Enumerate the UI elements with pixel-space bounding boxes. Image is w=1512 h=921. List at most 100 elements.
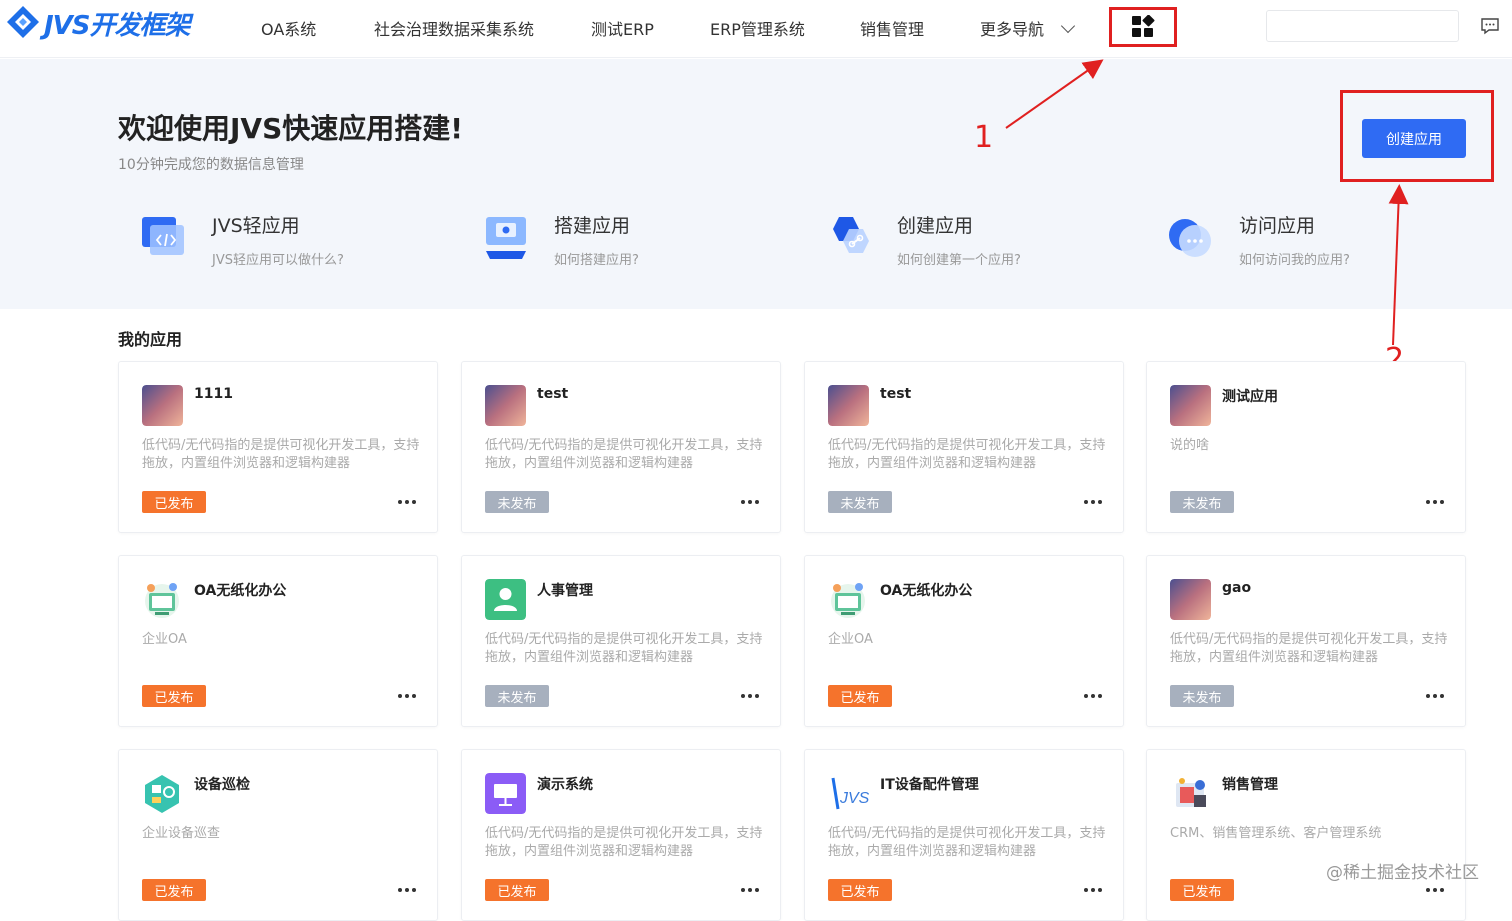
apps-grid-button[interactable]	[1109, 7, 1177, 47]
office-illustration-icon	[831, 583, 865, 618]
more-options-icon[interactable]	[741, 694, 759, 700]
app-card[interactable]: 人事管理 低代码/无代码指的是提供可视化开发工具，支持拖放，内置组件浏览器和逻辑构…	[461, 555, 781, 727]
more-options-icon[interactable]	[741, 888, 759, 894]
nav-item-test-erp[interactable]: 测试ERP	[591, 16, 654, 40]
app-name: OA无纸化办公	[880, 583, 973, 599]
app-name: OA无纸化办公	[194, 583, 287, 599]
monitor-icon	[486, 217, 526, 259]
app-name: 1111	[194, 386, 233, 402]
feature-jvs-light-app[interactable]: JVS轻应用 JVS轻应用可以做什么?	[118, 205, 418, 275]
more-options-icon[interactable]	[741, 500, 759, 506]
app-card[interactable]: test 低代码/无代码指的是提供可视化开发工具，支持拖放，内置组件浏览器和逻辑构…	[804, 361, 1124, 533]
app-card[interactable]: 设备巡检企业设备巡查已发布	[118, 749, 438, 921]
app-name: test	[537, 386, 569, 402]
status-badge: 已发布	[142, 685, 206, 707]
presentation-icon	[485, 773, 526, 814]
feature-create-app[interactable]: 创建应用 如何创建第一个应用?	[803, 205, 1103, 275]
app-card[interactable]: OA无纸化办公企业OA 已发布	[118, 555, 438, 727]
more-options-icon[interactable]	[1084, 888, 1102, 894]
page-title: 欢迎使用JVS快速应用搭建!	[118, 112, 464, 145]
my-apps-title: 我的应用	[118, 330, 183, 349]
gradient-app-icon	[485, 385, 526, 426]
status-badge: 已发布	[142, 879, 206, 901]
app-name: 销售管理	[1222, 777, 1278, 793]
more-options-icon[interactable]	[398, 500, 416, 506]
status-badge: 未发布	[485, 685, 549, 707]
create-app-button[interactable]: 创建应用	[1362, 119, 1466, 158]
office-illustration-icon	[145, 583, 179, 618]
app-name: 设备巡检	[194, 777, 250, 793]
status-badge: 已发布	[828, 879, 892, 901]
status-badge: 已发布	[828, 685, 892, 707]
feature-subtitle: 如何访问我的应用?	[1239, 253, 1350, 268]
app-name: IT设备配件管理	[880, 777, 979, 793]
status-badge: 已发布	[485, 879, 549, 901]
feature-subtitle: JVS轻应用可以做什么?	[212, 253, 344, 268]
status-badge: 未发布	[1170, 685, 1234, 707]
code-window-icon	[142, 217, 184, 255]
more-options-icon[interactable]	[1084, 694, 1102, 700]
app-card[interactable]: 测试应用 说的啥 未发布	[1146, 361, 1466, 533]
app-card[interactable]: 演示系统 低代码/无代码指的是提供可视化开发工具，支持拖放，内置组件浏览器和逻辑构…	[461, 749, 781, 921]
sales-illustration-icon	[1176, 778, 1206, 807]
chat-bubble-icon	[1169, 219, 1211, 257]
app-description: 低代码/无代码指的是提供可视化开发工具，支持拖放，内置组件浏览器和逻辑构建器	[828, 826, 1106, 859]
gradient-app-icon	[1170, 579, 1211, 620]
brand-logo[interactable]: JVS开发框架	[4, 4, 191, 42]
status-badge: 未发布	[485, 491, 549, 513]
status-badge: 未发布	[1170, 491, 1234, 513]
app-description: 低代码/无代码指的是提供可视化开发工具，支持拖放，内置组件浏览器和逻辑构建器	[828, 438, 1106, 471]
feature-subtitle: 如何创建第一个应用?	[897, 253, 1021, 268]
feature-subtitle: 如何搭建应用?	[554, 253, 639, 268]
app-description: 企业设备巡查	[142, 826, 221, 841]
app-description: 低代码/无代码指的是提供可视化开发工具，支持拖放，内置组件浏览器和逻辑构建器	[485, 826, 763, 859]
chevron-down-icon	[1061, 18, 1076, 34]
top-navigation-bar: JVS开发框架 OA系统 社会治理数据采集系统 测试ERP ERP管理系统 销售…	[0, 0, 1512, 58]
feature-title: 访问应用	[1239, 215, 1316, 237]
app-name: gao	[1222, 580, 1252, 596]
logo-text: JVS开发框架	[44, 10, 191, 41]
nav-item-sales[interactable]: 销售管理	[860, 16, 924, 40]
more-options-icon[interactable]	[1426, 694, 1444, 700]
nav-item-erp-management[interactable]: ERP管理系统	[710, 16, 805, 40]
more-options-icon[interactable]	[398, 888, 416, 894]
page-subtitle: 10分钟完成您的数据信息管理	[118, 157, 304, 173]
app-description: 低代码/无代码指的是提供可视化开发工具，支持拖放，内置组件浏览器和逻辑构建器	[1170, 632, 1448, 665]
app-card[interactable]: test 低代码/无代码指的是提供可视化开发工具，支持拖放，内置组件浏览器和逻辑构…	[461, 361, 781, 533]
search-input[interactable]	[1266, 10, 1459, 42]
more-options-icon[interactable]	[1084, 500, 1102, 506]
status-badge: 已发布	[1170, 879, 1234, 901]
watermark: @稀土掘金技术社区	[1326, 863, 1479, 883]
app-card[interactable]: JVS IT设备配件管理低代码/无代码指的是提供可视化开发工具，支持拖放，内置组件…	[804, 749, 1124, 921]
status-badge: 未发布	[828, 491, 892, 513]
feature-visit-app[interactable]: 访问应用 如何访问我的应用?	[1145, 205, 1445, 275]
nav-item-oa[interactable]: OA系统	[261, 16, 316, 40]
nav-item-social-governance[interactable]: 社会治理数据采集系统	[374, 16, 534, 40]
nav-item-more[interactable]: 更多导航	[980, 16, 1076, 40]
status-badge: 已发布	[142, 491, 206, 513]
link-hexagon-icon	[833, 217, 869, 253]
more-options-icon[interactable]	[398, 694, 416, 700]
message-icon[interactable]	[1480, 16, 1500, 36]
app-card[interactable]: OA无纸化办公 企业OA 已发布	[804, 555, 1124, 727]
svg-text:JVS: JVS	[839, 790, 869, 807]
jvs-logo-icon	[7, 6, 39, 38]
app-card[interactable]: 销售管理 CRM、销售管理系统、客户管理系统已发布	[1146, 749, 1466, 921]
inspection-icon	[145, 775, 179, 813]
app-name: test	[880, 386, 912, 402]
app-description: 企业OA	[142, 632, 187, 647]
app-description: 低代码/无代码指的是提供可视化开发工具，支持拖放，内置组件浏览器和逻辑构建器	[142, 438, 420, 471]
annotation-number-1: 1	[974, 120, 994, 155]
person-id-icon	[485, 579, 526, 620]
app-description: 说的啥	[1170, 438, 1210, 453]
more-options-icon[interactable]	[1426, 888, 1444, 894]
app-card[interactable]: gao 低代码/无代码指的是提供可视化开发工具，支持拖放，内置组件浏览器和逻辑构建…	[1146, 555, 1466, 727]
gradient-app-icon	[828, 385, 869, 426]
more-options-icon[interactable]	[1426, 500, 1444, 506]
app-card[interactable]: 1111 低代码/无代码指的是提供可视化开发工具，支持拖放，内置组件浏览器和逻辑构…	[118, 361, 438, 533]
app-description: CRM、销售管理系统、客户管理系统	[1170, 826, 1382, 841]
feature-title: 创建应用	[897, 215, 974, 237]
feature-title: JVS轻应用	[212, 215, 300, 237]
apps-grid-icon	[1132, 15, 1155, 37]
feature-build-app[interactable]: 搭建应用 如何搭建应用?	[460, 205, 760, 275]
